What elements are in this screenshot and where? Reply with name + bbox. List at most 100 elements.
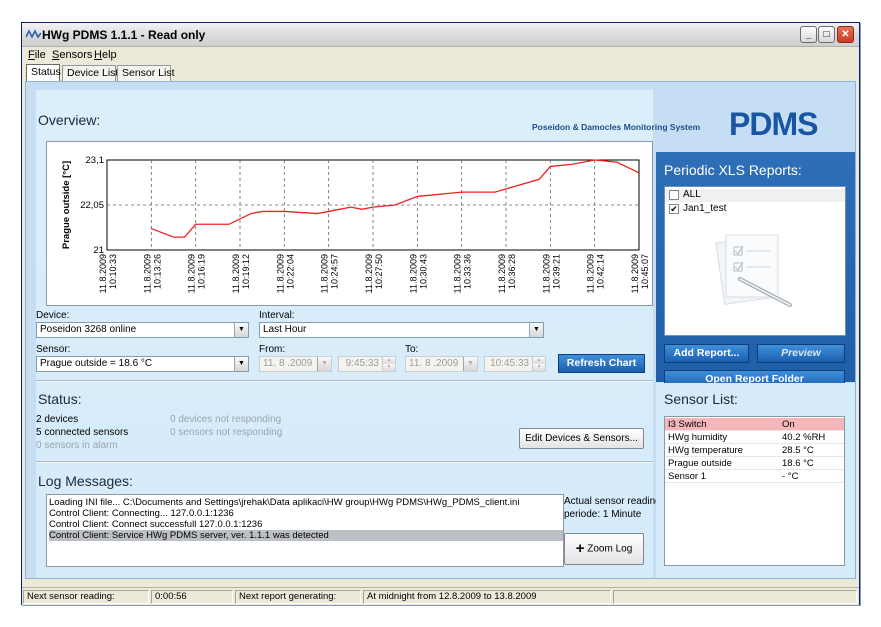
- device-label: Device:: [36, 310, 70, 321]
- chevron-down-icon[interactable]: ▼: [463, 357, 477, 371]
- log-title: Log Messages:: [38, 473, 133, 489]
- status-bar: Next sensor reading: 0:00:56 Next report…: [22, 587, 859, 605]
- interval-select[interactable]: Last Hour ▼: [259, 322, 544, 338]
- report-item-jan1-test[interactable]: ✔ Jan1_test: [665, 203, 845, 216]
- x-tick-label-date: 11.8.2009: [408, 254, 418, 293]
- y-axis-label: Prague outside [°C]: [61, 161, 72, 249]
- chevron-down-icon[interactable]: ▼: [317, 357, 331, 371]
- log-line: Loading INI file... C:\Documents and Set…: [49, 497, 520, 508]
- zoom-log-button[interactable]: + Zoom Log: [564, 533, 644, 565]
- sensor-select[interactable]: Prague outside = 18.6 °C ▼: [36, 356, 249, 372]
- next-reading-value: 0:00:56: [151, 590, 233, 604]
- tab-sensor-list[interactable]: Sensor List: [117, 65, 175, 81]
- checkbox[interactable]: [669, 190, 679, 200]
- spin-down-icon[interactable]: ▼: [382, 364, 395, 371]
- status-sensors-not-responding: 0 sensors not responding: [170, 427, 283, 438]
- window-title: HWg PDMS 1.1.1 - Read only: [42, 28, 206, 42]
- status-alarm: 0 sensors in alarm: [36, 440, 118, 451]
- x-tick-label-date: 11.8.2009: [497, 254, 507, 293]
- x-tick-label-time: 10:36:28: [507, 254, 517, 289]
- sensor-value: 28.5 °C: [782, 445, 814, 456]
- log-line: Control Client: Connect successfull 127.…: [49, 519, 263, 530]
- x-tick-label-date: 11.8.2009: [364, 254, 374, 293]
- sensor-list-title: Sensor List:: [664, 391, 738, 407]
- edit-devices-sensors-button[interactable]: Edit Devices & Sensors...: [519, 428, 644, 449]
- to-date-picker[interactable]: 11. 8 .2009 ▼: [405, 356, 478, 372]
- menu-help[interactable]: Help: [94, 49, 117, 61]
- tab-status[interactable]: Status: [26, 64, 61, 81]
- main-panel: Overview: 23,1 22,05 21 Prague outside [°C]…: [36, 90, 661, 578]
- log-line: Control Client: Connecting... 127.0.0.1:…: [49, 508, 234, 519]
- sensor-reading-label: Actual sensor reading: [564, 496, 661, 507]
- spin-up-icon[interactable]: ▲: [382, 357, 395, 364]
- report-item-label: ALL: [683, 189, 701, 200]
- from-date-value: 11. 8 .2009: [263, 358, 313, 369]
- x-tick-label-time: 10:30:43: [418, 254, 428, 289]
- x-tick-label-time: 10:45:07: [640, 254, 650, 289]
- edit-devices-sensors-label: Edit Devices & Sensors...: [525, 433, 638, 444]
- x-tick-label-date: 11.8.2009: [142, 254, 152, 293]
- x-tick-label-time: 10:27:50: [374, 254, 384, 289]
- device-select-value: Poseidon 3268 online: [40, 324, 137, 335]
- log-messages-list[interactable]: Loading INI file... C:\Documents and Set…: [46, 494, 564, 567]
- x-tick-label-date: 11.8.2009: [98, 254, 108, 293]
- temperature-chart: 23,122,0521Prague outside [°C]11.8.2009 1…: [61, 155, 650, 293]
- to-time-spinner[interactable]: 10:45:33 ▲ ▼: [484, 356, 546, 372]
- maximize-button[interactable]: □: [818, 26, 835, 43]
- device-select[interactable]: Poseidon 3268 online ▼: [36, 322, 249, 338]
- preview-button[interactable]: Preview: [757, 344, 845, 363]
- status-devices: 2 devices: [36, 414, 79, 425]
- sensor-row[interactable]: Prague outside 18.6 °C: [665, 457, 844, 470]
- tab-device-list[interactable]: Device List: [62, 65, 118, 81]
- spin-up-icon[interactable]: ▲: [532, 357, 545, 364]
- x-tick-label-time: 10:10:33: [108, 254, 118, 289]
- sensor-name: I3 Switch: [668, 419, 707, 430]
- right-panel: Poseidon & Damocles Monitoring System PD…: [532, 90, 855, 578]
- interval-label: Interval:: [259, 310, 295, 321]
- from-time-spinner[interactable]: 9:45:33 ▲ ▼: [338, 356, 396, 372]
- sensor-row[interactable]: I3 Switch On: [665, 418, 844, 431]
- add-report-button[interactable]: Add Report...: [664, 344, 749, 363]
- status-connected: 5 connected sensors: [36, 427, 129, 438]
- status-title: Status:: [38, 391, 82, 407]
- sensor-row[interactable]: HWg humidity 40.2 %RH: [665, 431, 844, 444]
- checkbox-checked[interactable]: ✔: [669, 204, 679, 214]
- x-tick-label-time: 10:24:57: [330, 254, 340, 289]
- sensor-list-panel: Sensor List: I3 Switch On HWg humidity 4…: [656, 383, 855, 578]
- sensor-list-table[interactable]: I3 Switch On HWg humidity 40.2 %RH HWg t…: [664, 416, 845, 566]
- brand-logo: PDMS: [729, 106, 818, 142]
- chevron-down-icon[interactable]: ▼: [234, 357, 248, 371]
- sensor-value: 18.6 °C: [782, 458, 814, 469]
- chevron-down-icon[interactable]: ▼: [234, 323, 248, 337]
- menu-file[interactable]: File: [28, 49, 46, 61]
- from-date-picker[interactable]: 11. 8 .2009 ▼: [259, 356, 332, 372]
- plus-icon: +: [575, 540, 585, 557]
- close-button[interactable]: ✕: [837, 26, 854, 43]
- app-icon: [26, 29, 41, 39]
- to-time-value: 10:45:33: [490, 358, 529, 369]
- refresh-chart-button[interactable]: Refresh Chart: [558, 354, 645, 373]
- sensor-row[interactable]: Sensor 1 - °C: [665, 470, 844, 483]
- spin-down-icon[interactable]: ▼: [532, 364, 545, 371]
- minimize-button[interactable]: _: [800, 26, 817, 43]
- x-tick-label-time: 10:13:26: [152, 254, 162, 289]
- divider: [36, 380, 653, 382]
- title-bar[interactable]: HWg PDMS 1.1.1 - Read only _ □ ✕: [22, 23, 859, 47]
- next-reading-label: Next sensor reading:: [23, 590, 149, 604]
- x-tick-label-time: 10:39:21: [551, 254, 561, 289]
- sensor-value: 40.2 %RH: [782, 432, 826, 443]
- report-item-all[interactable]: ALL: [665, 189, 845, 202]
- sensor-select-value: Prague outside = 18.6 °C: [40, 358, 153, 369]
- refresh-chart-label: Refresh Chart: [566, 357, 637, 369]
- reports-list[interactable]: ALL ✔ Jan1_test: [664, 186, 846, 336]
- menu-sensors[interactable]: Sensors: [52, 49, 92, 61]
- app-window: HWg PDMS 1.1.1 - Read only _ □ ✕ File Se…: [21, 22, 860, 605]
- x-tick-label-date: 11.8.2009: [231, 254, 241, 293]
- zoom-log-label: Zoom Log: [587, 543, 633, 555]
- sensor-value: - °C: [782, 471, 799, 482]
- next-report-label: Next report generating:: [235, 590, 361, 604]
- x-tick-label-date: 11.8.2009: [453, 254, 463, 293]
- sensor-row[interactable]: HWg temperature 28.5 °C: [665, 444, 844, 457]
- chevron-down-icon[interactable]: ▼: [529, 323, 543, 337]
- sensor-reading-period: periode: 1 Minute: [564, 509, 642, 520]
